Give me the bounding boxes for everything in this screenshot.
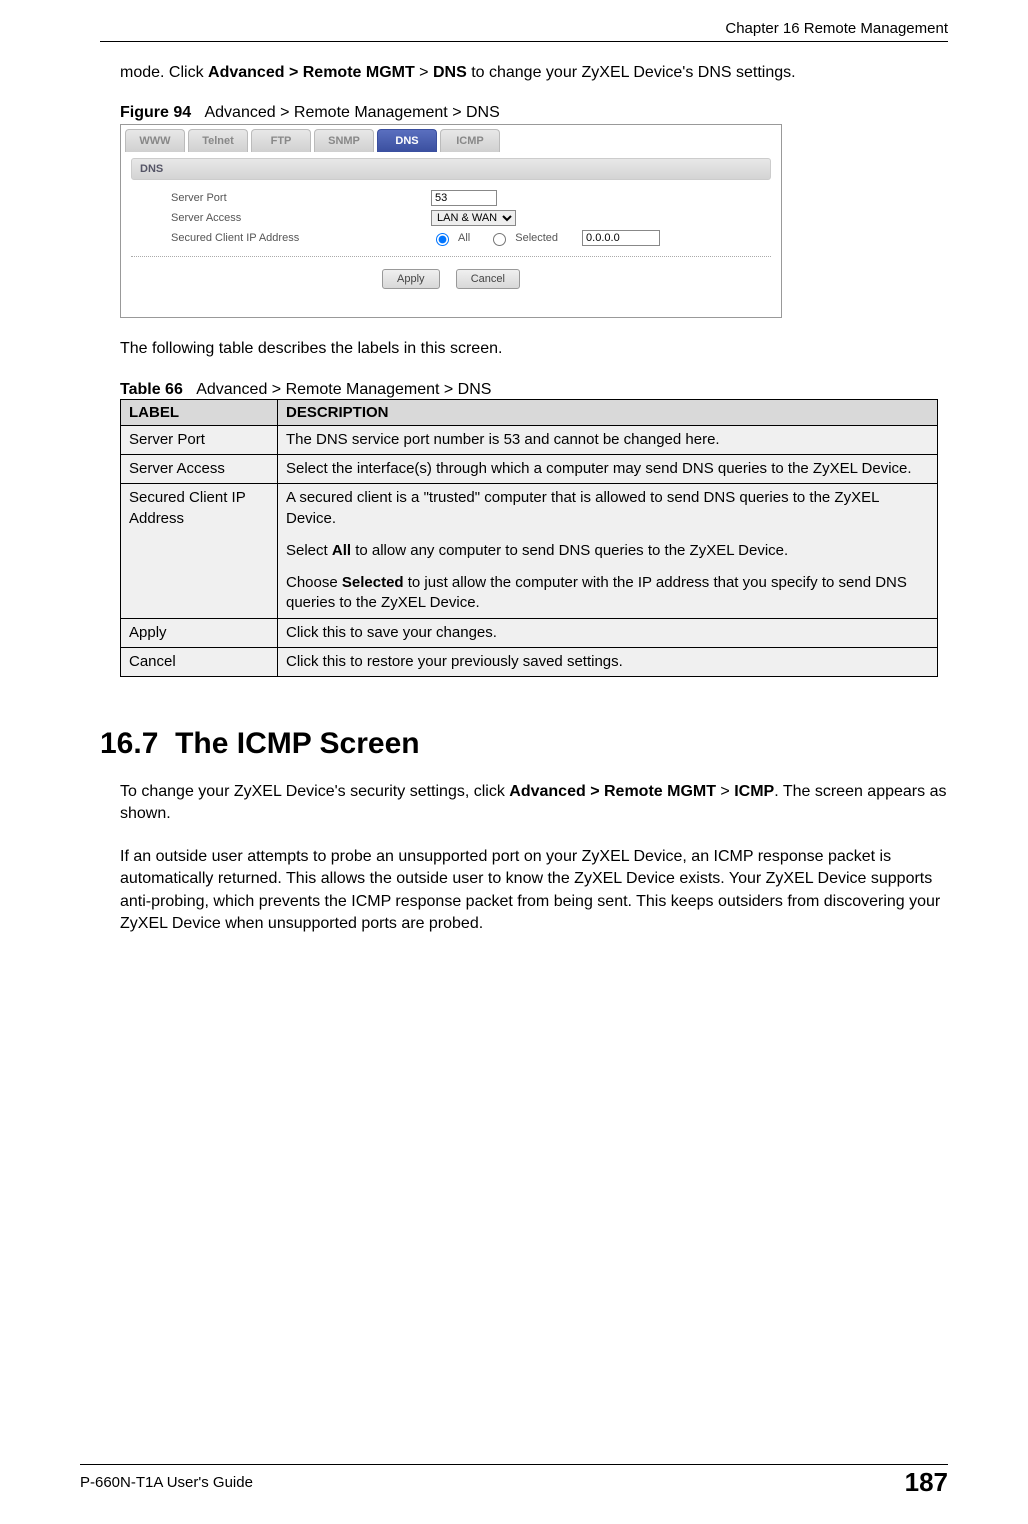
radio-all-label: All <box>458 232 470 244</box>
radio-selected[interactable] <box>493 233 506 246</box>
cell-description: Click this to save your changes. <box>278 618 938 647</box>
text: > <box>415 64 433 81</box>
cell-label: Cancel <box>121 647 278 676</box>
label-server-port: Server Port <box>171 192 431 204</box>
table-label: Table 66 <box>120 381 183 398</box>
cell-description: Select the interface(s) through which a … <box>278 455 938 484</box>
radio-all[interactable] <box>436 233 449 246</box>
footer-page-number: 187 <box>905 1467 948 1498</box>
text: mode. Click <box>120 64 208 81</box>
bold: Advanced > Remote MGMT <box>208 64 415 81</box>
text: Choose <box>286 574 342 591</box>
chapter-header: Chapter 16 Remote Management <box>100 20 948 41</box>
text: to allow any computer to send DNS querie… <box>351 542 788 559</box>
tab-snmp[interactable]: SNMP <box>314 129 374 152</box>
dns-screen-figure: WWW Telnet FTP SNMP DNS ICMP DNS Server … <box>120 124 782 318</box>
radio-selected-label: Selected <box>515 232 558 244</box>
desc-paragraph: Select All to allow any computer to send… <box>286 541 929 561</box>
text: to change your ZyXEL Device's DNS settin… <box>467 64 796 81</box>
section-para-2: If an outside user attempts to probe an … <box>120 846 948 936</box>
section-header-dns: DNS <box>131 158 771 180</box>
cell-label: Apply <box>121 618 278 647</box>
label-secured-client-ip: Secured Client IP Address <box>171 232 431 244</box>
cell-label: Server Port <box>121 425 278 454</box>
desc-paragraph: A secured client is a "trusted" computer… <box>286 488 929 529</box>
tab-telnet[interactable]: Telnet <box>188 129 248 152</box>
table-row: Server Access Select the interface(s) thr… <box>121 455 938 484</box>
cancel-button[interactable]: Cancel <box>456 269 520 289</box>
footer-guide-name: P-660N-T1A User's Guide <box>80 1474 253 1491</box>
tab-dns[interactable]: DNS <box>377 129 437 152</box>
cell-description: Click this to restore your previously sa… <box>278 647 938 676</box>
intro-paragraph: mode. Click Advanced > Remote MGMT > DNS… <box>120 62 948 84</box>
desc-paragraph: Choose Selected to just allow the comput… <box>286 573 929 614</box>
figure-caption: Figure 94 Advanced > Remote Management >… <box>120 104 948 122</box>
desc-paragraph: Select the interface(s) through which a … <box>286 459 929 479</box>
text: Select <box>286 542 332 559</box>
tab-bar: WWW Telnet FTP SNMP DNS ICMP <box>121 125 781 152</box>
bold: Selected <box>342 574 404 591</box>
figure-title: Advanced > Remote Management > DNS <box>204 104 499 121</box>
cell-description: A secured client is a "trusted" computer… <box>278 484 938 618</box>
text: > <box>716 783 734 800</box>
label-server-access: Server Access <box>171 212 431 224</box>
table-title: Advanced > Remote Management > DNS <box>196 381 491 398</box>
bold: Advanced > Remote MGMT <box>509 783 716 800</box>
cell-description: The DNS service port number is 53 and ca… <box>278 425 938 454</box>
section-title: The ICMP Screen <box>175 727 420 760</box>
th-label: LABEL <box>121 399 278 425</box>
bold: DNS <box>433 64 467 81</box>
apply-button[interactable]: Apply <box>382 269 440 289</box>
section-para-1: To change your ZyXEL Device's security s… <box>120 781 948 826</box>
table-caption: Table 66 Advanced > Remote Management > … <box>120 381 948 399</box>
bold: All <box>332 542 351 559</box>
table-row: Server Port The DNS service port number i… <box>121 425 938 454</box>
desc-paragraph: Click this to restore your previously sa… <box>286 652 929 672</box>
cell-label: Server Access <box>121 455 278 484</box>
figure-label: Figure 94 <box>120 104 191 121</box>
input-ip-address[interactable] <box>582 230 660 246</box>
desc-paragraph: Click this to save your changes. <box>286 623 929 643</box>
table-row: Cancel Click this to restore your previou… <box>121 647 938 676</box>
tab-www[interactable]: WWW <box>125 129 185 152</box>
text: To change your ZyXEL Device's security s… <box>120 783 509 800</box>
input-server-port[interactable] <box>431 190 497 206</box>
table-row: Apply Click this to save your changes. <box>121 618 938 647</box>
cell-label: Secured Client IP Address <box>121 484 278 618</box>
table-row: Secured Client IP AddressA secured clien… <box>121 484 938 618</box>
tab-ftp[interactable]: FTP <box>251 129 311 152</box>
section-number: 16.7 <box>100 727 158 760</box>
th-description: DESCRIPTION <box>278 399 938 425</box>
desc-paragraph: The DNS service port number is 53 and ca… <box>286 430 929 450</box>
tab-icmp[interactable]: ICMP <box>440 129 500 152</box>
description-table: LABEL DESCRIPTION Server Port The DNS ser… <box>120 399 938 677</box>
select-server-access[interactable]: LAN & WAN <box>431 210 516 226</box>
after-figure-text: The following table describes the labels… <box>120 338 948 360</box>
bold: ICMP <box>734 783 774 800</box>
section-heading: 16.7 The ICMP Screen <box>100 727 948 761</box>
